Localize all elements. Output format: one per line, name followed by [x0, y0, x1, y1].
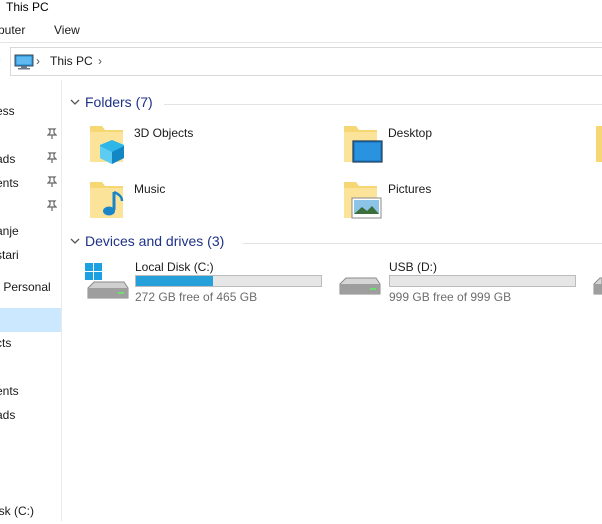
- pin-icon: [47, 152, 57, 163]
- folder-name: Desktop: [388, 126, 433, 140]
- nav-item-local-disk[interactable]: isk (C:): [0, 500, 61, 524]
- music-folder-icon: [90, 182, 124, 218]
- drive-local-disk-c[interactable]: Local Disk (C:) 272 GB free of 465 GB: [84, 260, 334, 310]
- nav-item-label: cts: [0, 336, 12, 350]
- nav-item-label: ents: [0, 384, 19, 398]
- drives-group-header[interactable]: Devices and drives (3): [68, 233, 602, 253]
- desktop-folder-icon: [344, 126, 383, 163]
- nav-item-pinned-2[interactable]: [0, 196, 61, 220]
- tab-view[interactable]: View: [54, 23, 80, 37]
- nav-item-3d-objects[interactable]: cts: [0, 332, 61, 356]
- nav-item-onedrive-personal[interactable]: - Personal: [0, 276, 61, 300]
- folder-pictures[interactable]: Pictures: [342, 178, 572, 226]
- folders-group-header[interactable]: Folders (7): [68, 94, 602, 114]
- nav-item-label: isk (C:): [0, 504, 34, 518]
- nav-item-label: ents: [0, 176, 19, 190]
- pin-icon: [47, 176, 57, 187]
- pin-icon: [47, 128, 57, 139]
- nav-item-label: ess: [0, 104, 15, 118]
- breadcrumb-chevron-icon[interactable]: ›: [98, 54, 102, 68]
- nav-item-folder-stari[interactable]: stari: [0, 244, 61, 268]
- nav-item-quick-access[interactable]: ess: [0, 100, 61, 124]
- address-bar[interactable]: › This PC ›: [10, 47, 602, 76]
- chevron-down-icon[interactable]: [70, 236, 80, 246]
- drive-usage-bar: [389, 275, 576, 287]
- folder-music[interactable]: Music: [88, 178, 318, 226]
- group-divider: [243, 243, 602, 244]
- drive-usage-fill: [136, 276, 213, 286]
- nav-item-this-pc[interactable]: [0, 308, 61, 332]
- folder-name: Pictures: [388, 182, 432, 196]
- nav-item-label: stari: [0, 248, 19, 262]
- address-row: › › This PC ›: [0, 43, 602, 79]
- drive-name: Local Disk (C:): [135, 260, 214, 274]
- breadcrumb-this-pc[interactable]: This PC: [50, 54, 93, 68]
- nav-item-downloads[interactable]: ads: [0, 148, 61, 172]
- drive-usb-d[interactable]: USB (D:) 999 GB free of 999 GB: [338, 260, 588, 310]
- folder-desktop[interactable]: Desktop: [342, 122, 572, 170]
- group-divider: [164, 104, 602, 105]
- drive-free-space: 999 GB free of 999 GB: [389, 290, 512, 304]
- up-chevron-icon[interactable]: ›: [0, 54, 1, 66]
- folders-group-title: Folders (7): [85, 94, 153, 110]
- drive-name: USB (D:): [389, 260, 437, 274]
- usb-drive-icon: [339, 277, 381, 295]
- drives-group-title: Devices and drives (3): [85, 233, 225, 249]
- this-pc-icon: [14, 54, 34, 70]
- nav-item-folder-anje[interactable]: anje: [0, 220, 61, 244]
- drive-free-space: 272 GB free of 465 GB: [135, 290, 258, 304]
- nav-item-documents[interactable]: ents: [0, 172, 61, 196]
- chevron-down-icon[interactable]: [70, 97, 80, 107]
- nav-item-documents-pc[interactable]: ents: [0, 380, 61, 404]
- nav-item-label: ads: [0, 408, 16, 422]
- drive-icon: [593, 277, 602, 295]
- title-bar: This PC: [0, 0, 602, 18]
- nav-item-label: ads: [0, 152, 16, 166]
- ribbon-tabs: puter View: [0, 18, 602, 43]
- folder-name: Music: [134, 182, 166, 196]
- pictures-folder-icon: [344, 182, 382, 219]
- folder-partial-right[interactable]: [596, 122, 602, 170]
- nav-item-desktop[interactable]: [0, 356, 61, 380]
- nav-item-downloads-pc[interactable]: ads: [0, 404, 61, 428]
- folder-name: 3D Objects: [134, 126, 194, 140]
- folder-icon: [596, 126, 602, 162]
- folder-3d-objects[interactable]: 3D Objects: [88, 122, 318, 170]
- windows-drive-icon: [85, 263, 129, 299]
- nav-item-pinned-1[interactable]: [0, 124, 61, 148]
- tab-computer[interactable]: puter: [0, 23, 25, 37]
- content-pane[interactable]: Folders (7) 3D Objects Desktop Music Pic…: [62, 80, 602, 521]
- drive-usage-bar: [135, 275, 322, 287]
- window-title: This PC: [6, 0, 49, 14]
- pin-icon: [47, 200, 57, 211]
- breadcrumb-separator-icon[interactable]: ›: [36, 54, 40, 68]
- nav-item-label: anje: [0, 224, 19, 238]
- drive-partial-right[interactable]: [592, 260, 602, 310]
- nav-item-label: - Personal: [0, 280, 51, 294]
- navigation-pane[interactable]: ess ads ents anje stari - Personal cts e…: [0, 80, 62, 521]
- 3d-objects-folder-icon: [90, 126, 124, 164]
